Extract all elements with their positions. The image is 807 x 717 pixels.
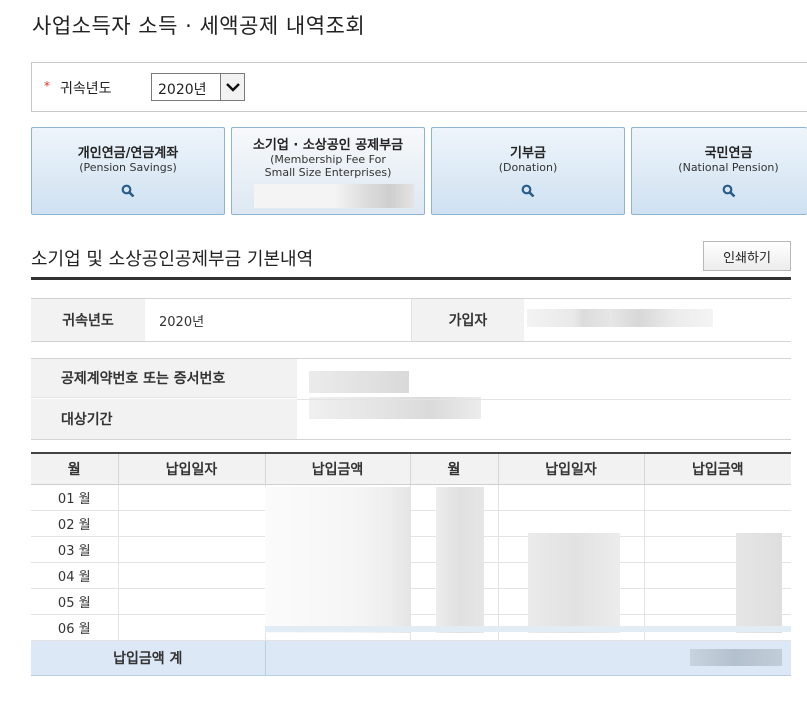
- redacted-area: [736, 533, 782, 633]
- redacted-area: [436, 487, 484, 633]
- month-cell: 02 월: [31, 510, 118, 537]
- required-mark: *: [44, 79, 50, 93]
- table-header-row: 월 납입일자 납입금액 월 납입일자 납입금액: [31, 452, 791, 485]
- page-title: 사업소득자 소득 · 세액공제 내역조회: [32, 14, 366, 38]
- category-national-pension-button[interactable]: 국민연금 (National Pension): [631, 127, 807, 215]
- column-header: 월: [31, 452, 118, 485]
- total-row: 납입금액 계: [31, 640, 791, 676]
- category-sublabel: (Donation): [498, 161, 558, 174]
- redacted-total: [690, 649, 782, 666]
- redacted-area: [265, 487, 411, 633]
- month-cell: 01 월: [31, 484, 118, 511]
- category-donation-button[interactable]: 기부금 (Donation): [431, 127, 625, 215]
- column-header: 납입금액: [643, 452, 791, 485]
- column-header: 납입금액: [264, 452, 410, 485]
- category-pension-savings-button[interactable]: 개인연금/연금계좌 (Pension Savings): [31, 127, 225, 215]
- redacted-subscriber: [527, 309, 713, 327]
- search-icon: [521, 183, 535, 202]
- month-cell: 04 월: [31, 562, 118, 589]
- table-row: 02 월: [31, 510, 791, 537]
- column-header: 납입일자: [117, 452, 265, 485]
- contract-info-table: 공제계약번호 또는 증서번호 대상기간: [31, 358, 791, 440]
- year-label: 귀속년도: [60, 81, 112, 97]
- table-row: 05 월: [31, 588, 791, 615]
- search-icon: [121, 183, 135, 202]
- table-row: 04 월: [31, 562, 791, 589]
- category-sublabel: (Membership Fee For: [270, 153, 386, 166]
- section-divider: [31, 277, 791, 280]
- search-icon: [722, 183, 736, 202]
- redacted-area: [254, 184, 414, 208]
- category-label: 소기업 · 소상공인 공제부금: [252, 138, 404, 153]
- basic-info-table: 귀속년도 2020년 가입자: [31, 298, 791, 342]
- table-row: 01 월: [31, 484, 791, 511]
- category-label: 기부금: [510, 146, 546, 161]
- section-title: 소기업 및 소상공인공제부금 기본내역: [31, 249, 314, 270]
- year-value: 2020년: [159, 314, 205, 330]
- contract-number-header: 공제계약번호 또는 증서번호: [31, 359, 297, 398]
- year-select[interactable]: 2020년: [151, 73, 245, 101]
- subscriber-header: 가입자: [411, 299, 524, 341]
- print-button[interactable]: 인쇄하기: [703, 241, 791, 271]
- table-row: 03 월: [31, 536, 791, 563]
- monthly-payment-table: 월 납입일자 납입금액 월 납입일자 납입금액 01 월 02 월 03 월 0…: [31, 452, 791, 676]
- year-select-value: 2020년: [158, 82, 207, 98]
- month-cell: 03 월: [31, 536, 118, 563]
- month-cell: 06 월: [31, 614, 118, 641]
- row-divider: [297, 399, 791, 400]
- period-header: 대상기간: [31, 399, 297, 439]
- category-label: 국민연금: [704, 146, 753, 161]
- redacted-period: [309, 397, 481, 419]
- month-cell: 05 월: [31, 588, 118, 615]
- category-sublabel: (National Pension): [678, 161, 779, 174]
- year-header: 귀속년도: [31, 299, 145, 341]
- category-sublabel-2: Small Size Enterprises): [264, 166, 392, 179]
- category-small-business-button[interactable]: 소기업 · 소상공인 공제부금 (Membership Fee For Smal…: [231, 127, 425, 215]
- redacted-contract-number: [309, 371, 409, 393]
- column-header: 월: [409, 452, 498, 485]
- total-label: 납입금액 계: [31, 640, 265, 676]
- redacted-area: [265, 626, 791, 632]
- column-header: 납입일자: [497, 452, 644, 485]
- chevron-down-icon[interactable]: [220, 74, 244, 100]
- category-label: 개인연금/연금계좌: [77, 146, 179, 161]
- year-filter-bar: * 귀속년도 2020년: [31, 62, 807, 112]
- redacted-area: [528, 533, 620, 633]
- category-sublabel: (Pension Savings): [79, 161, 177, 174]
